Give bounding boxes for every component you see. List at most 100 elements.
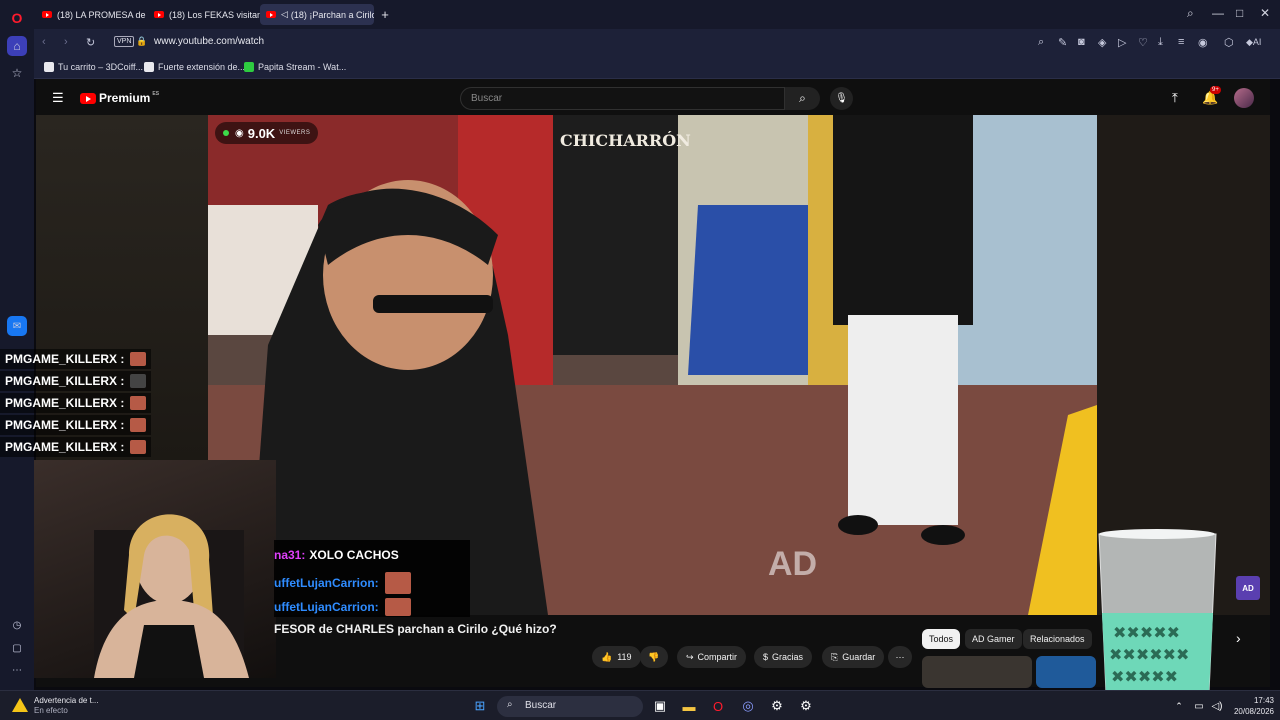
thumbs-down-icon: 👎	[648, 651, 660, 662]
upload-icon[interactable]: ⤒	[1172, 90, 1178, 106]
clock-time: 17:43	[1253, 696, 1274, 705]
chat-line: PMGAME_KILLERX :	[0, 393, 152, 413]
more-icon[interactable]: ⋯	[7, 660, 27, 680]
aria-ai-button[interactable]: ◆AI	[1246, 37, 1261, 48]
extensions-icon[interactable]: ⬡	[1224, 36, 1234, 49]
avatar[interactable]	[1234, 88, 1254, 108]
search-tabs-icon[interactable]: ⌕	[1187, 6, 1194, 21]
weather-warning[interactable]: Advertencia de t... En efecto	[12, 696, 98, 716]
task-view-icon[interactable]: ▣	[651, 697, 669, 715]
video-title: FESOR de CHARLES parchan a Cirilo ¿Qué h…	[274, 622, 557, 636]
youtube-favicon-icon	[266, 11, 276, 18]
chat-user: PMGAME_KILLERX :	[5, 352, 125, 366]
related-thumbnail[interactable]	[922, 656, 1032, 688]
cup-graphic: ✖✖✖✖✖ ✖✖✖✖✖✖ ✖✖✖✖✖	[1098, 529, 1217, 694]
file-explorer-icon[interactable]: ▬	[680, 697, 698, 715]
vpn-badge[interactable]: VPN	[114, 36, 135, 47]
maximize-button[interactable]: □	[1236, 6, 1243, 20]
reload-icon[interactable]: ↻	[86, 36, 95, 49]
settings-icon[interactable]: ⚙	[797, 697, 815, 715]
thanks-button[interactable]: $ Gracias	[754, 646, 813, 668]
bookmark-3[interactable]: Papita Stream - Wat...	[244, 62, 346, 72]
minimize-button[interactable]: —	[1212, 6, 1224, 20]
save-label: Guardar	[842, 652, 876, 662]
shield-icon[interactable]: ◈	[1098, 36, 1106, 49]
opera-taskbar-icon[interactable]: O	[709, 697, 727, 715]
taskbar-clock[interactable]: 17:43 20/08/2026	[1234, 695, 1274, 717]
viewer-count: 9.0K	[247, 125, 276, 141]
back-icon[interactable]: ‹	[42, 36, 46, 48]
mic-icon: 🎙	[835, 93, 848, 104]
bookmark-icon: ⎘	[831, 651, 839, 662]
chat-text: XOLO CACHOS	[309, 548, 399, 562]
network-icon[interactable]: ▭	[1190, 697, 1208, 715]
search-icon: ⌕	[799, 91, 806, 105]
chevron-right-icon[interactable]: ›	[1236, 630, 1241, 646]
lock-icon[interactable]: 🔒	[136, 36, 147, 47]
menu-icon[interactable]: ≡	[1178, 36, 1184, 48]
forward-icon[interactable]: ›	[64, 36, 68, 48]
youtube-favicon-icon	[42, 11, 52, 18]
new-tab-button[interactable]: +	[376, 4, 394, 25]
url-text[interactable]: www.youtube.com/watch	[154, 36, 264, 47]
tab-2[interactable]: (18) Los FEKAS visitan rest	[148, 4, 260, 25]
chevron-up-icon[interactable]: ⌃	[1170, 697, 1188, 715]
star-icon[interactable]: ☆	[7, 63, 27, 83]
bookmark-1[interactable]: Tu carrito – 3DCoiff...	[44, 62, 143, 72]
windows-start-icon[interactable]: ⊞	[471, 697, 489, 715]
share-button[interactable]: ↪ Compartir	[677, 646, 747, 668]
home-icon[interactable]: ⌂	[7, 36, 27, 56]
taskbar-search[interactable]: ⌕ Buscar	[497, 696, 643, 717]
chip-ad-gamer[interactable]: AD Gamer	[965, 629, 1022, 649]
profile-icon[interactable]: ◉	[1198, 36, 1208, 49]
tab-label: (18) ¡Parchan a Cirilo!	[290, 9, 374, 20]
chat-line: PMGAME_KILLERX :	[0, 371, 152, 391]
more-actions-button[interactable]: ⋯	[888, 646, 912, 668]
like-button[interactable]: 👍 119	[592, 646, 641, 668]
heart-icon[interactable]: ♡	[1138, 36, 1148, 49]
close-button[interactable]: ✕	[1260, 6, 1270, 20]
speaker-icon[interactable]: ◁	[281, 9, 288, 20]
tab-1[interactable]: (18) LA PROMESA de King	[36, 4, 148, 25]
search-icon[interactable]: ⌕	[1038, 36, 1044, 49]
discord-icon[interactable]: ◎	[739, 697, 757, 715]
box-icon[interactable]: ▢	[7, 638, 27, 658]
dislike-button[interactable]: 👎	[640, 646, 668, 668]
hamburger-menu-icon[interactable]: ☰	[52, 90, 64, 106]
channel-logo-badge: AD	[1236, 576, 1260, 600]
bookmark-favicon-icon	[244, 62, 254, 72]
messenger-icon[interactable]: ✉	[7, 316, 27, 336]
notifications-button[interactable]: 🔔 9+	[1202, 86, 1221, 106]
bookmark-favicon-icon	[144, 62, 154, 72]
notification-badge: 9+	[1210, 86, 1221, 94]
chat-message: na31: XOLO CACHOS	[274, 548, 399, 562]
chip-relacionados[interactable]: Relacionados	[1023, 629, 1092, 649]
chat-line: PMGAME_KILLERX :	[0, 349, 152, 369]
camera-icon[interactable]: ◙	[1078, 36, 1085, 48]
app-icon[interactable]: ⚙	[768, 697, 786, 715]
youtube-logo[interactable]: Premium ES	[80, 91, 159, 105]
save-button[interactable]: ⎘ Guardar	[822, 646, 885, 668]
search-input[interactable]: Buscar	[460, 87, 785, 110]
chip-todos[interactable]: Todos	[922, 629, 961, 649]
opera-logo-icon[interactable]: O	[7, 8, 27, 28]
search-button[interactable]: ⌕	[785, 87, 820, 110]
youtube-header: ☰ Premium ES Buscar ⌕ 🎙 ⤒ 🔔 9+	[36, 79, 1270, 117]
bookmark-label: Tu carrito – 3DCoiff...	[58, 62, 144, 72]
emote-icon	[130, 352, 147, 366]
windows-taskbar: Advertencia de t... En efecto ⊞ ⌕ Buscar…	[0, 690, 1280, 720]
share-icon: ↪	[686, 651, 694, 662]
tab-3-active[interactable]: ◁ (18) ¡Parchan a Cirilo!	[260, 4, 374, 25]
bookmark-label: Papita Stream - Wat...	[258, 62, 347, 72]
bookmark-2[interactable]: Fuerte extensión de...	[144, 62, 245, 72]
player-icon[interactable]: ▷	[1118, 36, 1126, 49]
emote-icon	[384, 572, 411, 594]
download-icon[interactable]: ⤓	[1158, 36, 1163, 49]
edit-icon[interactable]: ✎	[1058, 36, 1067, 49]
like-count: 119	[617, 652, 632, 662]
volume-icon[interactable]: ◁)	[1208, 697, 1226, 715]
related-thumbnail[interactable]	[1036, 656, 1096, 688]
voice-search-button[interactable]: 🎙	[830, 87, 853, 110]
clock-icon[interactable]: ◷	[7, 615, 27, 635]
channel-watermark: AD	[768, 545, 818, 583]
